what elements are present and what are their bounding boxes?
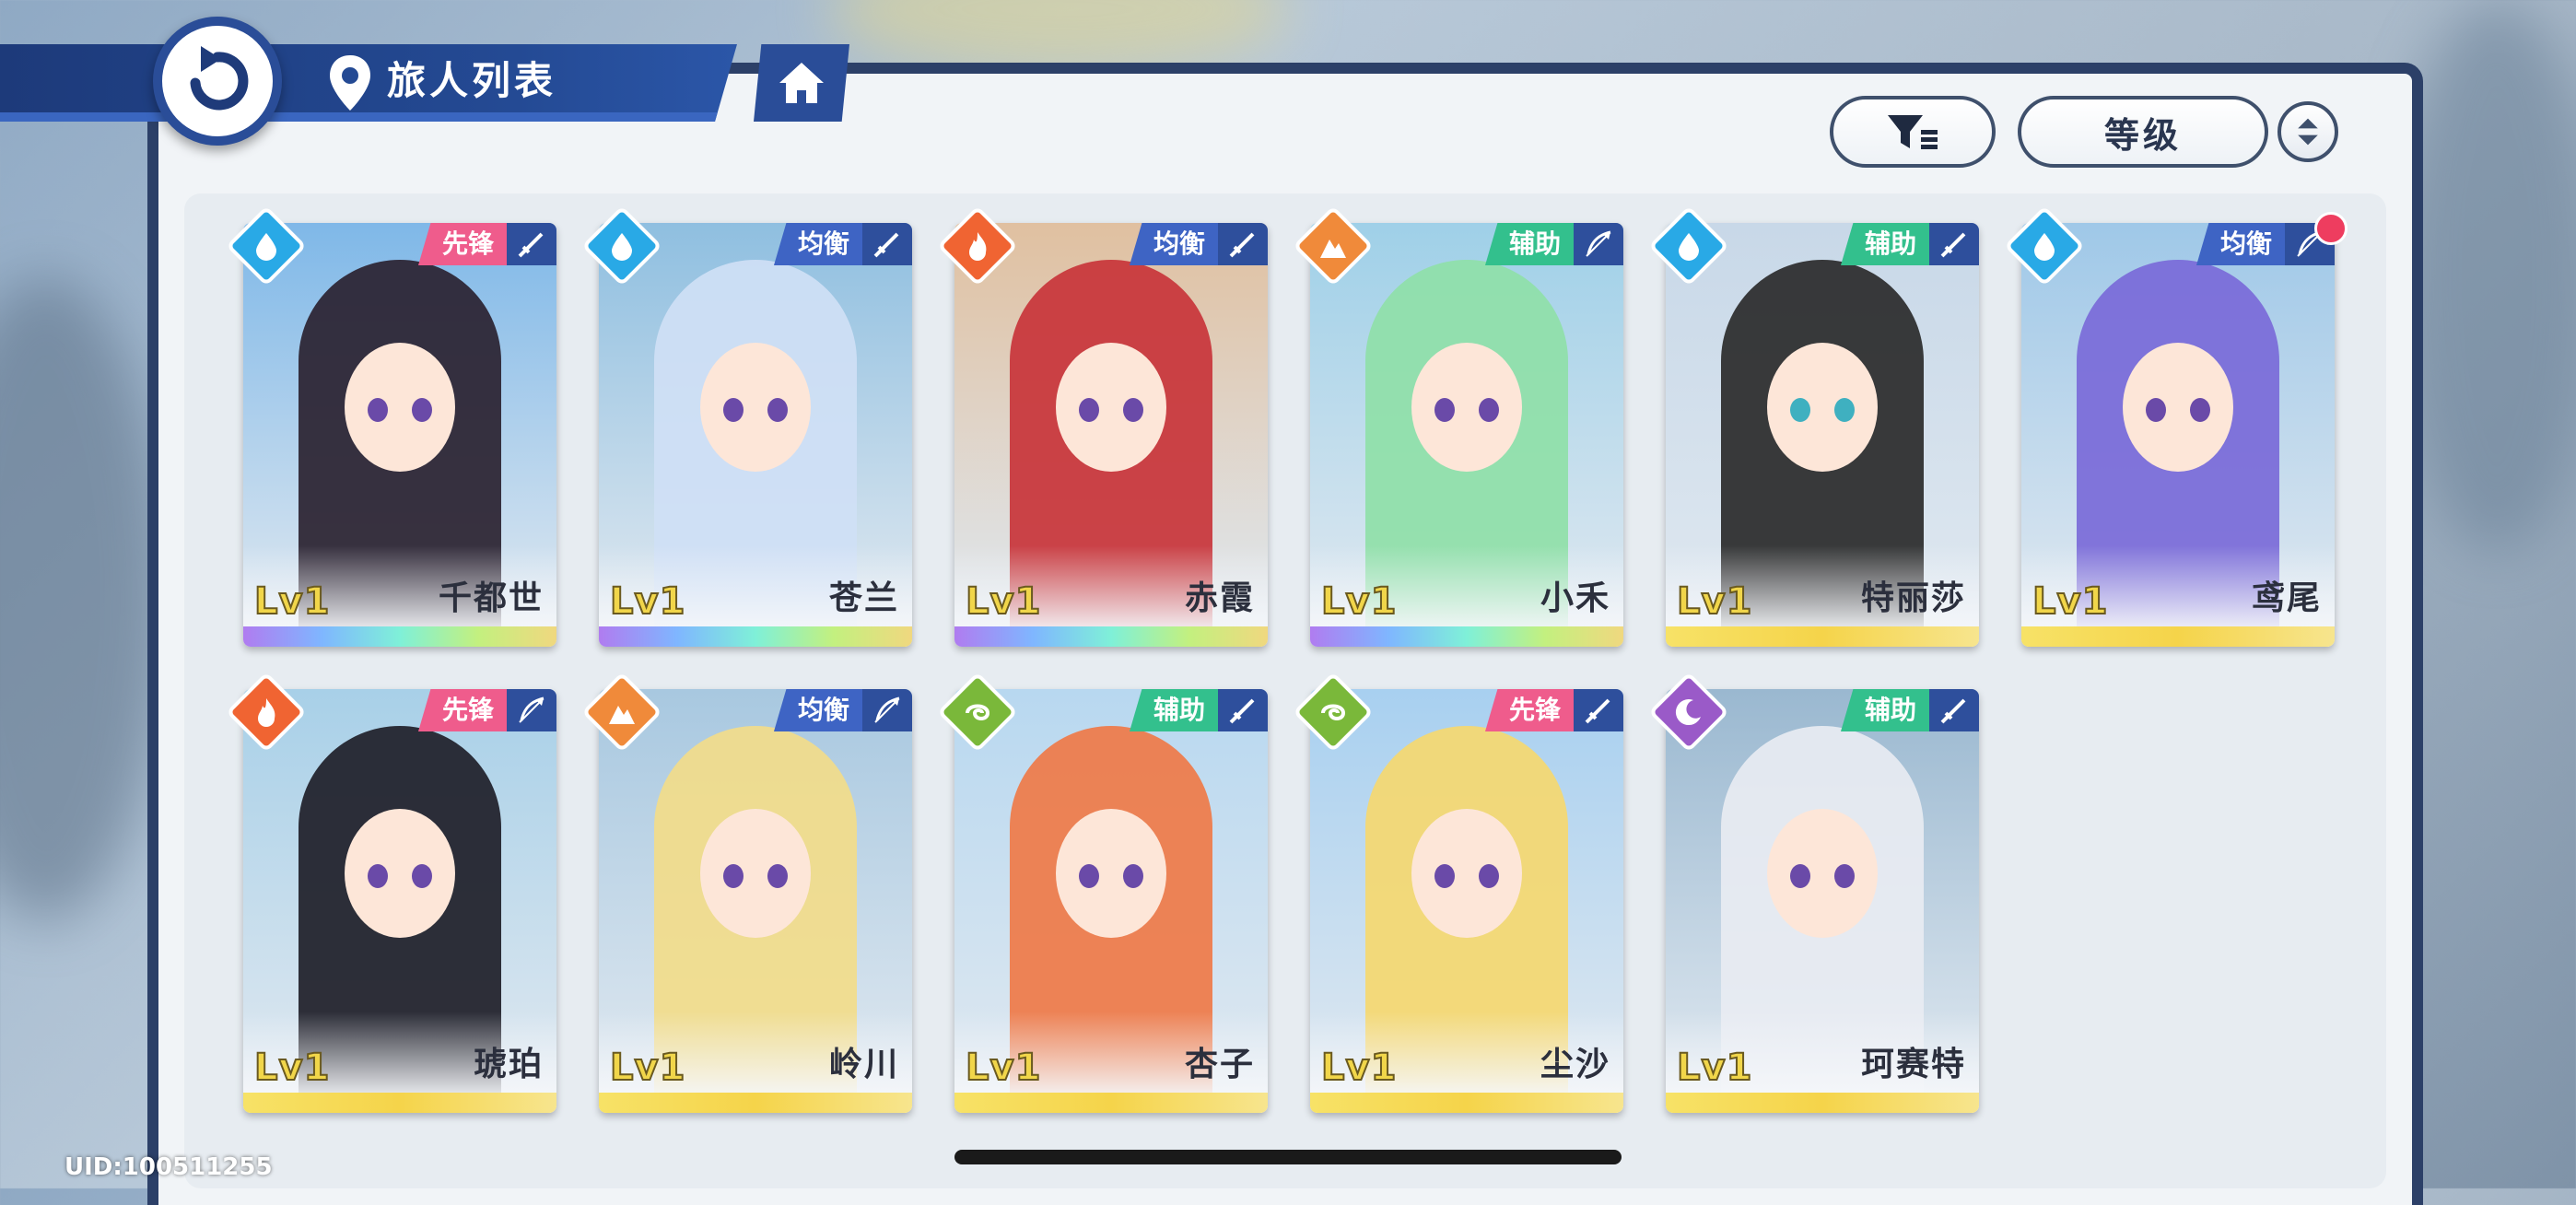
role-badge: 均衡 — [773, 223, 912, 269]
character-card[interactable]: 先锋 Lv1 尘沙 — [1310, 689, 1623, 1113]
role-label: 均衡 — [773, 223, 862, 265]
character-card[interactable]: 均衡 Lv1 苍兰 — [599, 223, 912, 647]
back-arrow-icon — [190, 46, 249, 111]
level-label: Lv1 — [253, 579, 331, 624]
character-card[interactable]: 辅助 Lv1 杏子 — [954, 689, 1268, 1113]
rarity-bar — [599, 626, 912, 647]
rarity-bar — [954, 1093, 1268, 1113]
role-badge: 辅助 — [1484, 223, 1623, 269]
bow-icon — [862, 689, 912, 731]
character-name: 岭川 — [828, 1046, 899, 1083]
level-label: Lv1 — [965, 579, 1042, 624]
character-card[interactable]: 辅助 Lv1 特丽莎 — [1666, 223, 1979, 647]
level-label: Lv1 — [1676, 1046, 1753, 1090]
role-label: 辅助 — [1129, 689, 1218, 731]
header-stripe — [0, 112, 737, 122]
role-badge: 先锋 — [417, 689, 556, 735]
role-label: 辅助 — [1840, 223, 1929, 265]
rarity-bar — [1666, 626, 1979, 647]
role-label: 先锋 — [417, 689, 507, 731]
role-label: 均衡 — [2195, 223, 2285, 265]
character-name: 千都世 — [438, 579, 544, 617]
role-badge: 辅助 — [1129, 689, 1268, 735]
notification-dot — [2314, 212, 2348, 245]
level-label: Lv1 — [1320, 579, 1398, 624]
sword-icon — [507, 223, 556, 265]
sort-order-toggle[interactable] — [2277, 101, 2338, 162]
character-card[interactable]: 先锋 Lv1 琥珀 — [243, 689, 556, 1113]
filter-button[interactable] — [1830, 96, 1996, 168]
role-label: 辅助 — [1840, 689, 1929, 731]
role-badge: 先锋 — [417, 223, 556, 269]
location-pin-icon — [330, 55, 370, 111]
rarity-bar — [1666, 1093, 1979, 1113]
level-label: Lv1 — [253, 1046, 331, 1090]
character-name: 尘沙 — [1540, 1046, 1610, 1083]
level-label: Lv1 — [965, 1046, 1042, 1090]
sword-icon — [1929, 689, 1979, 731]
sword-icon — [1929, 223, 1979, 265]
character-card[interactable]: 辅助 Lv1 珂赛特 — [1666, 689, 1979, 1113]
character-card[interactable]: 均衡 Lv1 岭川 — [599, 689, 912, 1113]
character-name: 杏子 — [1184, 1046, 1255, 1083]
character-name: 鸢尾 — [2251, 579, 2322, 617]
role-badge: 辅助 — [1840, 223, 1979, 269]
level-label: Lv1 — [2032, 579, 2109, 624]
uid-label: UID:100511255 — [64, 1153, 273, 1181]
role-label: 均衡 — [1129, 223, 1218, 265]
character-card[interactable]: 辅助 Lv1 小禾 — [1310, 223, 1623, 647]
rarity-bar — [954, 626, 1268, 647]
page-title: 旅人列表 — [387, 58, 557, 103]
role-badge: 先锋 — [1484, 689, 1623, 735]
up-down-arrow-icon — [2298, 118, 2318, 146]
home-indicator[interactable] — [954, 1150, 1622, 1164]
rarity-bar — [243, 1093, 556, 1113]
sword-icon — [1574, 689, 1623, 731]
sword-icon — [1218, 223, 1268, 265]
back-button[interactable] — [153, 17, 282, 146]
role-badge: 均衡 — [773, 689, 912, 735]
character-card[interactable]: 先锋 Lv1 千都世 — [243, 223, 556, 647]
sword-icon — [862, 223, 912, 265]
home-button[interactable] — [754, 44, 849, 122]
character-name: 小禾 — [1540, 579, 1610, 617]
level-label: Lv1 — [609, 1046, 686, 1090]
rarity-bar — [243, 626, 556, 647]
home-icon — [779, 63, 824, 103]
bow-icon — [507, 689, 556, 731]
character-name: 赤霞 — [1184, 579, 1255, 617]
filter-icon — [1888, 115, 1938, 149]
character-card[interactable]: 均衡 Lv1 鸢尾 — [2021, 223, 2335, 647]
level-label: Lv1 — [1676, 579, 1753, 624]
background-blur-left — [0, 276, 166, 921]
character-name: 珂赛特 — [1860, 1046, 1966, 1083]
rarity-bar — [599, 1093, 912, 1113]
sword-icon — [1218, 689, 1268, 731]
sort-dropdown[interactable]: 等级 — [2018, 96, 2268, 168]
character-name: 特丽莎 — [1860, 579, 1966, 617]
rarity-bar — [1310, 626, 1623, 647]
rarity-bar — [1310, 1093, 1623, 1113]
character-card[interactable]: 均衡 Lv1 赤霞 — [954, 223, 1268, 647]
bow-icon — [1574, 223, 1623, 265]
level-label: Lv1 — [1320, 1046, 1398, 1090]
role-label: 先锋 — [417, 223, 507, 265]
character-name: 琥珀 — [473, 1046, 544, 1083]
role-label: 先锋 — [1484, 689, 1574, 731]
role-badge: 辅助 — [1840, 689, 1979, 735]
role-badge: 均衡 — [1129, 223, 1268, 269]
role-label: 辅助 — [1484, 223, 1574, 265]
role-label: 均衡 — [773, 689, 862, 731]
level-label: Lv1 — [609, 579, 686, 624]
rarity-bar — [2021, 626, 2335, 647]
character-name: 苍兰 — [828, 579, 899, 617]
